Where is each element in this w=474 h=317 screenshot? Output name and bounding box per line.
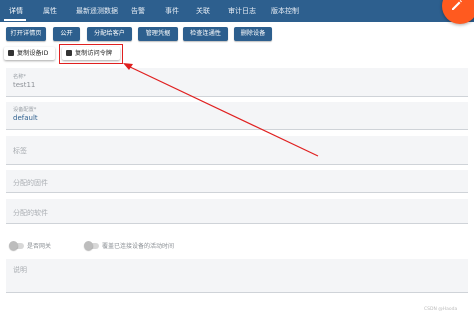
annotation-arrow	[123, 63, 319, 157]
watermark: CSDN @Haoda	[424, 307, 458, 312]
